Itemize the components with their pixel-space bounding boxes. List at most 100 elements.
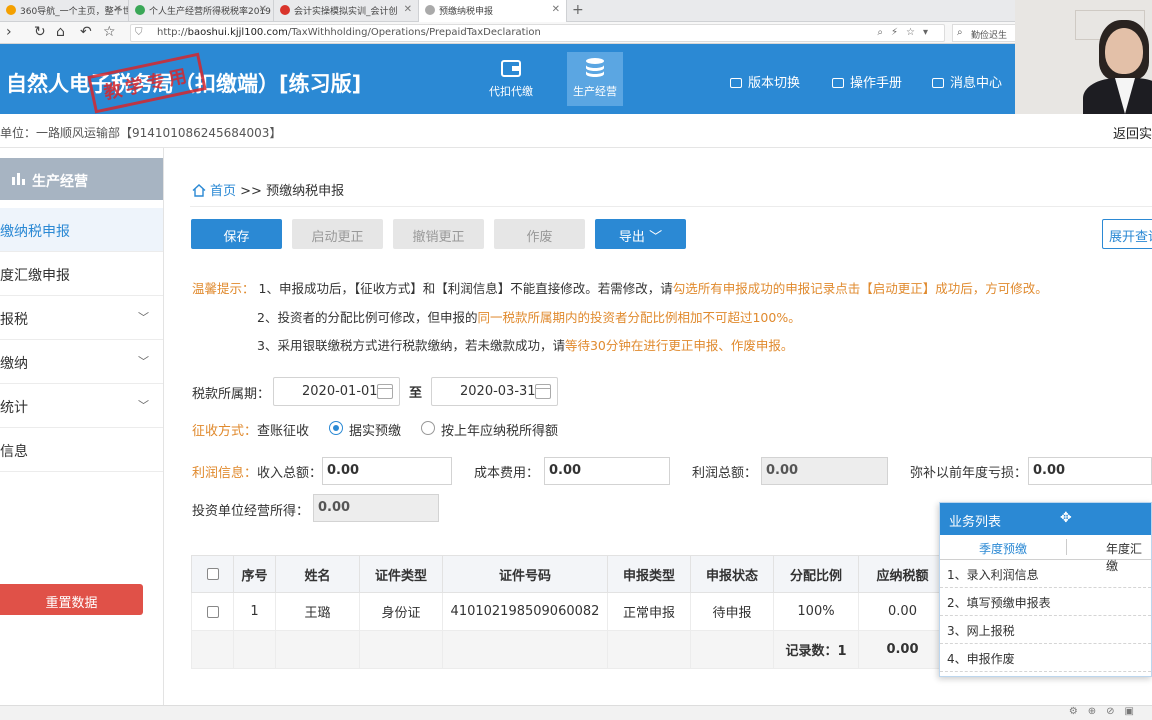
tab-close-icon[interactable]: ✕ <box>404 4 412 15</box>
sidebar-item-online[interactable]: 网上报税 ﹀ <box>0 296 163 340</box>
chevron-down-icon: ﹀ <box>649 230 663 245</box>
expand-query-button[interactable]: 展开查询 <box>1102 219 1152 249</box>
chevron-down-icon: ﹀ <box>138 355 149 368</box>
total-tax: 0.00 <box>858 630 947 669</box>
radio-last-year[interactable] <box>421 421 435 435</box>
panel-item-online-filing[interactable]: 3、网上报税 <box>940 616 1151 644</box>
col-declare-status: 申报状态 <box>690 555 774 593</box>
webcam-overlay <box>1015 0 1152 114</box>
edit-icon <box>832 78 844 88</box>
sidebar-item-stats[interactable]: 查询统计 ﹀ <box>0 384 163 428</box>
nav-withholding[interactable]: 代扣代缴 <box>480 52 542 106</box>
status-icons[interactable]: ⚙⊕⊘▣ <box>1069 706 1144 717</box>
divider <box>190 206 1152 207</box>
breadcrumb-home-link[interactable]: 首页 <box>210 184 236 199</box>
tab-favicon-icon <box>135 5 145 15</box>
void-button[interactable]: 作废 <box>494 219 585 249</box>
browser-tab-4[interactable]: 预缴纳税申报 ✕ <box>419 0 567 22</box>
cancel-correction-button[interactable]: 撤销更正 <box>393 219 484 249</box>
message-center-link[interactable]: 消息中心 <box>932 72 1002 91</box>
url-input[interactable]: ⛉ http://baoshui.kjjl100.com/TaxWithhold… <box>130 24 945 42</box>
mail-icon <box>932 78 944 88</box>
back-arrow-icon[interactable]: › <box>6 24 12 40</box>
teaching-stamp: 教学专用 <box>87 52 207 114</box>
bar-chart-icon <box>12 173 25 185</box>
browser-tab-3[interactable]: 会计实操模拟实训_会计创 ✕ <box>274 0 419 22</box>
row-name: 王璐 <box>275 592 360 631</box>
sub-header: 申报单位：一路顺风运输部【914101086245684003】 返回实 <box>0 114 1152 148</box>
sidebar-header: 生产经营 <box>0 158 163 200</box>
panel-tab-bar: 季度预缴 年度汇缴 <box>940 535 1151 573</box>
chevron-down-icon: ﹀ <box>138 399 149 412</box>
url-tools-icons[interactable]: ⌕⚡☆▾ <box>877 27 936 38</box>
save-button[interactable]: 保存 <box>191 219 282 249</box>
sidebar-item-prepaid[interactable]: 预缴纳税申报 <box>0 208 163 252</box>
return-link[interactable]: 返回实 <box>1113 123 1152 142</box>
period-end-input[interactable]: 2020-03-31 <box>431 377 558 406</box>
tab-annual[interactable]: 年度汇缴 <box>1106 540 1151 574</box>
presenter-face <box>1105 28 1143 74</box>
export-button[interactable]: 导出 ﹀ <box>595 219 686 249</box>
sidebar-item-payment[interactable]: 税款缴纳 ﹀ <box>0 340 163 384</box>
reset-data-button[interactable]: 重置数据 <box>0 584 143 615</box>
record-count: 记录数：1 <box>773 630 859 669</box>
radio-actual[interactable] <box>329 421 343 435</box>
panel-header[interactable]: 业务列表 ✥ <box>940 503 1151 535</box>
declaration-table: 序号 姓名 证件类型 证件号码 申报类型 申报状态 分配比例 应纳税额 1 王璐… <box>191 555 947 669</box>
home-icon[interactable]: ⌂ <box>56 24 65 40</box>
reload-icon[interactable]: ↻ <box>34 24 46 40</box>
select-all-cell <box>191 555 234 593</box>
table-row[interactable]: 1 王璐 身份证 410102198509060082 正常申报 待申报 100… <box>191 592 947 631</box>
profit-total-input: 0.00 <box>761 457 888 485</box>
tab-quarterly[interactable]: 季度预缴 <box>979 540 1027 557</box>
panel-item-void[interactable]: 4、申报作废 <box>940 644 1151 672</box>
tab-favicon-icon <box>425 5 435 15</box>
manual-link[interactable]: 操作手册 <box>832 72 902 91</box>
breadcrumb: 首页 >> 预缴纳税申报 <box>192 180 344 199</box>
panel-item-fill-form[interactable]: 2、填写预缴申报表 <box>940 588 1151 616</box>
browser-tab-1[interactable]: 360导航_一个主页，整个世界 ✕ <box>0 0 129 22</box>
row-checkbox[interactable] <box>206 605 219 618</box>
cost-input[interactable]: 0.00 <box>544 457 670 485</box>
invest-label: 投资单位经营所得： <box>192 504 310 519</box>
home-outline-icon <box>192 184 206 197</box>
income-label: 收入总额： <box>257 466 323 481</box>
tab-close-icon[interactable]: ✕ <box>114 4 122 15</box>
nav-production[interactable]: 生产经营 <box>567 52 623 106</box>
col-id-number: 证件号码 <box>442 555 608 593</box>
col-index: 序号 <box>233 555 276 593</box>
new-tab-icon[interactable]: + <box>572 2 584 18</box>
levy-value: 查账征收 <box>257 424 310 439</box>
col-id-type: 证件类型 <box>359 555 443 593</box>
loss-input[interactable]: 0.00 <box>1028 457 1152 485</box>
profit-total-label: 利润总额： <box>692 466 758 481</box>
cost-label: 成本费用： <box>474 466 540 481</box>
browser-search-input[interactable]: ⌕ 勤俭迟生 <box>952 24 1022 42</box>
browser-tab-2[interactable]: 个人生产经营所得税税率2019 ✕ <box>129 0 274 22</box>
tip-line-2: 2、投资者的分配比例可修改，但申报的同一税款所属期内的投资者分配比例相加不可超过… <box>257 310 801 325</box>
tab-close-icon[interactable]: ✕ <box>259 4 267 15</box>
row-ratio: 100% <box>773 592 859 631</box>
tip-line-1: 温馨提示： 1、申报成功后，【征收方式】和【利润信息】不能直接修改。若需修改，请勾… <box>192 281 1048 296</box>
radio-actual-label[interactable]: 据实预缴 <box>349 420 401 439</box>
search-icon: ⌕ <box>957 27 963 38</box>
row-declare-type: 正常申报 <box>607 592 691 631</box>
select-all-checkbox[interactable] <box>206 568 219 580</box>
business-list-panel: 业务列表 ✥ 季度预缴 年度汇缴 1、录入利润信息 2、填写预缴申报表 3、网上… <box>939 502 1152 677</box>
undo-icon[interactable]: ↶ <box>80 24 92 40</box>
sidebar-item-annual[interactable]: 年度汇缴申报 <box>0 252 163 296</box>
row-tax: 0.00 <box>858 592 947 631</box>
version-switch-link[interactable]: 版本切换 <box>730 72 800 91</box>
shield-icon: ⛉ <box>135 27 143 38</box>
move-cursor-icon[interactable]: ✥ <box>1060 510 1072 526</box>
period-start-input[interactable]: 2020-01-01 <box>273 377 400 406</box>
income-input[interactable]: 0.00 <box>322 457 452 485</box>
profit-label: 利润信息： <box>192 466 258 481</box>
radio-last-year-label[interactable]: 按上年应纳税所得额 <box>441 420 558 439</box>
tab-close-icon[interactable]: ✕ <box>552 4 560 15</box>
tip-line-3: 3、采用银联缴税方式进行税款缴纳，若未缴款成功，请等待30分钟在进行更正申报、作… <box>257 338 794 353</box>
sidebar-item-unit-info[interactable]: 单位信息 <box>0 428 163 472</box>
start-correction-button[interactable]: 启动更正 <box>292 219 383 249</box>
table-total-row: 记录数：1 0.00 <box>191 630 947 669</box>
star-icon[interactable]: ☆ <box>103 24 116 40</box>
